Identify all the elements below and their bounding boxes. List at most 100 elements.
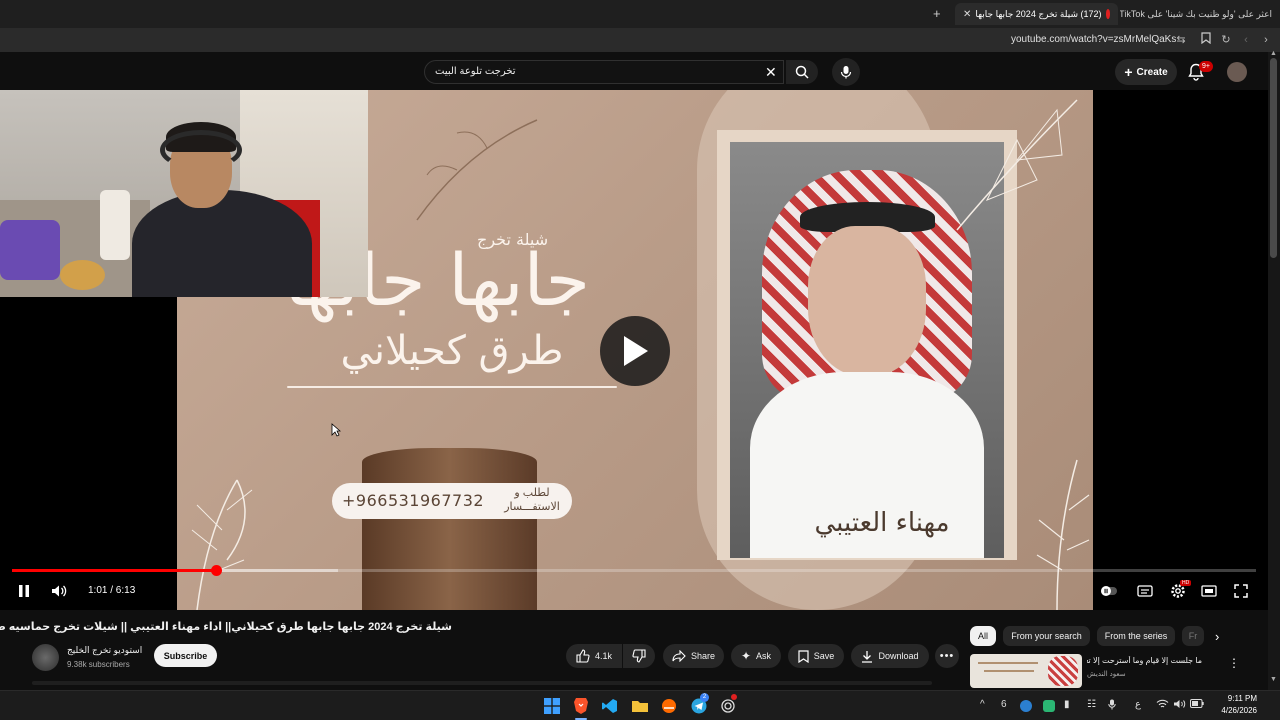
chip-from-the-series[interactable]: From the series (1097, 626, 1175, 646)
recommendation-channel: سعود النديش (1087, 671, 1126, 678)
pause-icon (19, 585, 29, 597)
browser-url-bar: youtube.com/watch?v=zsMrMelQaKs ⇆ ↻ ‹ › (0, 28, 1280, 52)
vscode-icon (602, 699, 617, 713)
leaf-outline-decoration-right (1036, 459, 1090, 610)
phone-contact-banner: +966531967732 لطلب و الاستفـــسار (332, 483, 572, 519)
download-button[interactable]: Download (851, 644, 929, 668)
fullscreen-button[interactable] (1231, 582, 1251, 600)
recommendation-menu-icon[interactable]: ⋮ (1228, 656, 1240, 670)
volume-button[interactable] (48, 582, 70, 600)
settings-button[interactable]: HD (1168, 580, 1192, 600)
vscode-app[interactable] (600, 696, 620, 716)
progress-scrubber-handle[interactable] (211, 565, 223, 576)
leaf-outline-decoration-left (191, 479, 253, 610)
phone-number: +966531967732 (342, 491, 485, 510)
brave-browser-app[interactable] (571, 696, 591, 716)
page-scrollbar[interactable]: ▲ ▼ (1268, 50, 1280, 690)
youtube-header: تخرجت تلوعة البيت ✕ + Create 9+ (0, 52, 1280, 90)
plus-icon: + (1124, 64, 1133, 80)
share-button[interactable]: Share (663, 644, 724, 668)
reload-icon[interactable]: ↻ (1218, 32, 1234, 48)
download-icon (862, 650, 873, 663)
telegram-app[interactable]: 2 (689, 693, 709, 716)
tray-shield-icon[interactable] (1043, 700, 1055, 712)
more-horizontal-icon: ••• (939, 650, 955, 662)
wifi-icon[interactable] (1156, 699, 1169, 712)
clock-time[interactable]: 9:11 PM (1221, 694, 1257, 703)
ask-button[interactable]: ✦ Ask (731, 644, 781, 668)
sparkle-icon: ✦ (740, 649, 752, 663)
new-tab-button[interactable]: + (933, 6, 941, 21)
hd-badge: HD (1180, 580, 1192, 586)
chip-all[interactable]: All (970, 626, 996, 646)
like-button[interactable]: 4.1k (566, 644, 622, 668)
scroll-up-icon[interactable]: ▲ (1270, 50, 1277, 57)
autoplay-toggle[interactable] (1100, 582, 1118, 600)
telegram-badge: 2 (700, 693, 709, 702)
clear-search-icon[interactable]: ✕ (765, 64, 777, 81)
scroll-down-icon[interactable]: ▼ (1270, 676, 1277, 683)
chips-next-icon[interactable]: › (1215, 629, 1219, 644)
start-button[interactable] (542, 696, 562, 716)
tab-youtube-active[interactable]: (172) شيلة تخرج 2024 جابها جابها ✕ (955, 3, 1118, 25)
play-icon (624, 336, 648, 366)
search-input[interactable]: تخرجت تلوعة البيت ✕ (424, 60, 784, 84)
bookmark-icon[interactable] (1198, 32, 1214, 48)
account-avatar[interactable] (1227, 62, 1247, 82)
tray-overflow-icon[interactable]: ^ (980, 699, 985, 710)
recommendation-thumbnail[interactable] (970, 654, 1082, 688)
input-language[interactable]: ع (1135, 699, 1141, 710)
description-box-edge (32, 681, 932, 685)
site-settings-icon[interactable]: ⇆ (1173, 32, 1189, 48)
channel-name[interactable]: استوديو تخرج الخليج (67, 645, 142, 656)
windows-logo-icon (544, 698, 560, 714)
tray-mic-icon[interactable] (1108, 699, 1116, 713)
back-icon[interactable]: ‹ (1238, 32, 1254, 48)
tray-app-icon[interactable] (1020, 700, 1032, 712)
microphone-icon (840, 66, 852, 79)
download-label: Download (878, 651, 919, 661)
create-button[interactable]: + Create (1115, 59, 1177, 85)
subscribe-button[interactable]: Subscribe (154, 644, 217, 667)
video-details: شيلة تخرج 2024 جابها جابها طرق كحيلاني||… (0, 610, 1268, 690)
more-actions-button[interactable]: ••• (935, 644, 959, 668)
forward-icon[interactable]: › (1258, 32, 1274, 48)
browser-tab-bar: اعثر على 'ولو ظنيت بك شينا' على TikTok (… (0, 0, 1280, 28)
address-bar[interactable]: youtube.com/watch?v=zsMrMelQaKs (1011, 34, 1176, 45)
tray-chart-icon[interactable]: ▮ (1064, 699, 1070, 710)
app-other[interactable] (718, 694, 738, 716)
chip-from-your-search[interactable]: From your search (1003, 626, 1090, 646)
search-button[interactable] (786, 60, 818, 84)
tab-tiktok[interactable]: اعثر على 'ولو ظنيت بك شينا' على TikTok (1120, 3, 1280, 25)
overlay-underline (287, 386, 617, 388)
progress-bar[interactable] (12, 565, 1256, 576)
dislike-button[interactable] (623, 644, 655, 668)
share-icon (672, 650, 686, 662)
singer-name: مهناء العتيبي (814, 508, 950, 538)
recommendation-title[interactable]: ما جلست إلا قيام وما أسترحت إلا تعب (1087, 656, 1202, 665)
subtitles-button[interactable] (1135, 582, 1155, 600)
speaker-icon[interactable] (1173, 699, 1186, 712)
scrollbar-thumb[interactable] (1270, 58, 1277, 258)
voice-search-button[interactable] (832, 58, 860, 86)
save-button[interactable]: Save (788, 644, 844, 668)
app-orange[interactable] (659, 696, 679, 716)
tray-number[interactable]: 6 (1001, 699, 1007, 710)
candle-image (362, 448, 537, 610)
file-explorer-app[interactable] (630, 696, 650, 716)
video-player[interactable]: شيلة تخرج جابها جابها طرق كحيلاني +96653… (0, 90, 1268, 610)
ask-label: Ask (756, 651, 772, 661)
search-icon (795, 65, 809, 79)
volume-icon (52, 585, 67, 597)
tab-close-icon[interactable]: ✕ (963, 9, 971, 20)
tray-grid-icon[interactable]: ☷ (1087, 699, 1096, 710)
battery-icon[interactable] (1190, 699, 1204, 711)
tab-title: اعثر على 'ولو ظنيت بك شينا' على TikTok (1120, 8, 1272, 19)
clock-date[interactable]: 4/26/2026 (1211, 706, 1257, 715)
theater-mode-button[interactable] (1199, 582, 1219, 600)
notification-dot (731, 694, 737, 700)
chip-more[interactable]: Fr (1182, 626, 1204, 646)
pause-button[interactable] (14, 582, 34, 600)
play-button-overlay[interactable] (600, 316, 670, 386)
channel-avatar[interactable] (32, 644, 59, 671)
